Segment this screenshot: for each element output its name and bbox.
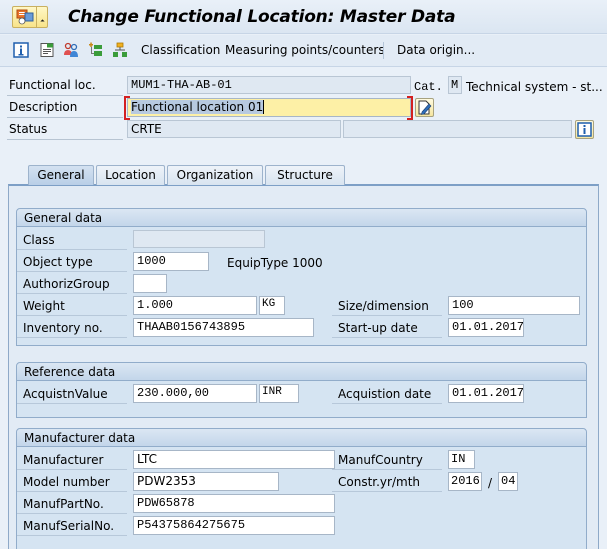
model-number-field[interactable]: PDW2353 (133, 472, 279, 491)
tab-structure[interactable]: Structure (265, 165, 345, 185)
display-document-icon[interactable] (39, 42, 55, 58)
tab-general[interactable]: General (28, 165, 94, 185)
description-field[interactable]: Functional location 01 (127, 98, 411, 117)
application-toolbar: Classification Measuring points/counters… (0, 35, 607, 67)
manufacturer-data-title: Manufacturer data (17, 429, 586, 447)
tab-organization[interactable]: Organization (167, 165, 263, 185)
cat-description: Technical system - st... (466, 80, 603, 94)
menu-icon (16, 9, 34, 25)
manuf-part-no-label: ManufPartNo. (17, 494, 127, 514)
object-type-description: EquipType 1000 (227, 256, 323, 270)
general-data-title: General data (17, 209, 586, 227)
description-value: Functional location 01 (131, 100, 264, 114)
constr-yr-mth-label: Constr.yr/mth (332, 472, 442, 492)
constr-separator: / (488, 476, 493, 490)
info-icon (577, 122, 592, 137)
info-icon[interactable] (13, 42, 29, 58)
model-number-label: Model number (17, 472, 127, 492)
size-dimension-field[interactable]: 100 (448, 296, 580, 315)
reference-data-title: Reference data (17, 363, 586, 381)
acquisition-value-field[interactable]: 230.000,00 (133, 384, 257, 403)
manuf-serial-no-label: ManufSerialNo. (17, 516, 127, 536)
weight-unit-field[interactable]: KG (259, 296, 285, 315)
status-field-2[interactable] (343, 120, 572, 138)
status-field[interactable]: CRTE (127, 120, 341, 138)
acquisition-date-field[interactable]: 01.01.2017 (448, 384, 524, 403)
status-info-button[interactable] (575, 120, 594, 139)
startup-date-label: Start-up date (332, 318, 442, 338)
page-title: Change Functional Location: Master Data (68, 7, 456, 27)
hierarchy-add-icon[interactable] (88, 42, 104, 58)
size-dimension-label: Size/dimension (332, 296, 442, 316)
manufacturer-label: Manufacturer (17, 450, 127, 470)
authoriz-group-label: AuthorizGroup (17, 274, 127, 294)
acquisition-value-label: AcquistnValue (17, 384, 127, 404)
menu-dropdown-icon[interactable] (36, 7, 47, 27)
tab-location[interactable]: Location (96, 165, 165, 185)
weight-field[interactable]: 1.000 (133, 296, 257, 315)
classification-button[interactable]: Classification (141, 43, 220, 57)
manufacturer-field[interactable]: LTC (133, 450, 335, 469)
structure-icon[interactable] (112, 42, 128, 58)
title-bar: Change Functional Location: Master Data (0, 0, 607, 34)
manuf-serial-no-field[interactable]: P54375864275675 (133, 516, 335, 535)
acquisition-currency-field[interactable]: INR (259, 384, 299, 403)
partners-icon[interactable] (63, 42, 79, 58)
object-type-label: Object type (17, 252, 127, 272)
measuring-points-button[interactable]: Measuring points/counters (225, 43, 385, 57)
toolbar-separator (383, 42, 384, 59)
startup-date-field[interactable]: 01.01.2017 (448, 318, 524, 337)
focus-bracket-right (407, 96, 413, 120)
status-label: Status (7, 120, 123, 140)
inventory-no-field[interactable]: THAAB0156743895 (133, 318, 314, 337)
cat-label: Cat. (414, 80, 443, 94)
weight-label: Weight (17, 296, 127, 316)
class-field[interactable] (133, 230, 265, 248)
authoriz-group-field[interactable] (133, 274, 167, 293)
class-label: Class (17, 230, 127, 250)
functional-loc-label: Functional loc. (7, 76, 123, 96)
edit-text-icon (418, 100, 432, 115)
long-text-button[interactable] (415, 98, 434, 117)
description-label: Description (7, 98, 123, 118)
data-origin-button[interactable]: Data origin... (397, 43, 475, 57)
manuf-part-no-field[interactable]: PDW65878 (133, 494, 335, 513)
manuf-country-label: ManufCountry (332, 450, 442, 470)
constr-year-field[interactable]: 2016 (448, 472, 482, 491)
system-menu-button[interactable] (12, 6, 48, 28)
acquisition-date-label: Acquistion date (332, 384, 442, 404)
constr-month-field[interactable]: 04 (498, 472, 518, 491)
object-type-field[interactable]: 1000 (133, 252, 209, 271)
manuf-country-field[interactable]: IN (448, 450, 475, 469)
inventory-no-label: Inventory no. (17, 318, 127, 338)
functional-loc-field[interactable]: MUM1-THA-AB-01 (127, 76, 411, 94)
cat-field[interactable]: M (448, 76, 462, 94)
